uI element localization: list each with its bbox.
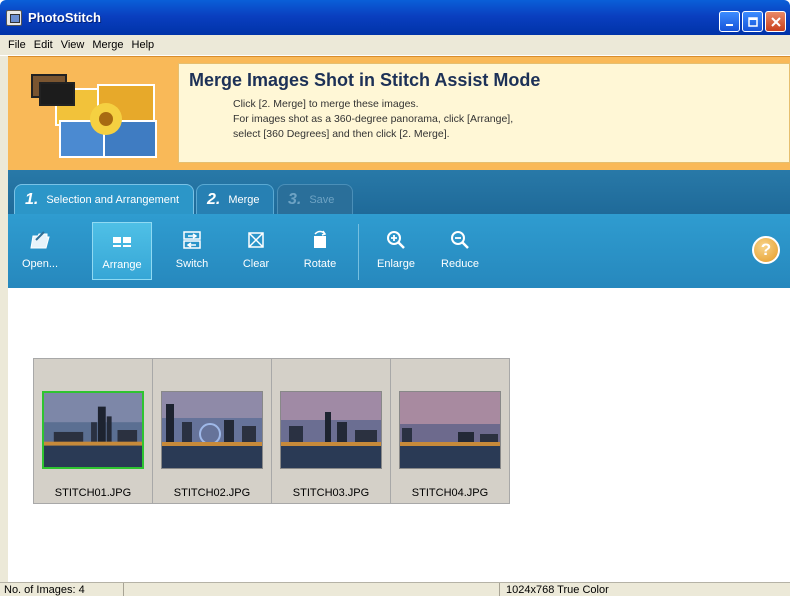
thumbnail-image	[161, 391, 263, 469]
open-button[interactable]: Open...	[10, 222, 70, 280]
app-icon[interactable]	[6, 9, 22, 26]
thumbnail-image	[399, 391, 501, 469]
maximize-icon	[747, 16, 758, 27]
minimize-icon	[725, 23, 733, 26]
zoom-out-icon	[451, 231, 469, 249]
tab-selection-arrangement[interactable]: 1. Selection and Arrangement	[14, 184, 194, 214]
tab-label: Save	[309, 193, 335, 206]
tab-number: 1.	[25, 190, 39, 208]
status-image-count: No. of Images: 4	[0, 583, 124, 596]
image-thumbnail[interactable]: STITCH03.JPG	[271, 358, 391, 504]
menu-view[interactable]: View	[57, 39, 89, 51]
instruction-banner: Merge Images Shot in Stitch Assist Mode …	[8, 56, 790, 170]
open-folder-icon	[30, 231, 50, 249]
banner-line-2: For images shot as a 360-degree panorama…	[233, 113, 514, 125]
status-bar: No. of Images: 4 1024x768 True Color	[0, 582, 790, 596]
image-arrangement-area: STITCH01.JPG STITCH02.JPG STITCH03.JPG S…	[8, 288, 790, 582]
tab-number: 2.	[207, 190, 221, 208]
menu-help[interactable]: Help	[128, 39, 159, 51]
thumbnail-filename: STITCH02.JPG	[173, 487, 251, 499]
clear-button[interactable]: Clear	[226, 222, 286, 280]
switch-button[interactable]: Switch	[162, 222, 222, 280]
enlarge-button[interactable]: Enlarge	[366, 222, 426, 280]
help-button[interactable]: ?	[752, 236, 780, 264]
tool-label: Reduce	[441, 258, 479, 270]
stitch-logo-graphic	[31, 74, 157, 158]
zoom-in-icon	[387, 231, 405, 249]
tool-label: Rotate	[303, 258, 337, 270]
thumbnail-filename: STITCH03.JPG	[292, 487, 370, 499]
banner-text-panel: Merge Images Shot in Stitch Assist Mode …	[178, 63, 790, 163]
tool-label: Open...	[21, 258, 59, 270]
arrange-icon	[113, 237, 131, 247]
window-left-edge	[0, 56, 8, 582]
step-tab-strip: 1. Selection and Arrangement 2. Merge 3.…	[8, 170, 790, 214]
image-thumbnail[interactable]: STITCH01.JPG	[33, 358, 153, 504]
menu-file[interactable]: File	[4, 39, 30, 51]
status-middle	[126, 583, 500, 596]
switch-icon	[183, 231, 201, 249]
menu-edit[interactable]: Edit	[30, 39, 57, 51]
tab-save: 3. Save	[277, 184, 353, 214]
toolbar-separator	[358, 224, 359, 280]
arrange-button[interactable]: Arrange	[92, 222, 152, 280]
rotate-button[interactable]: Rotate	[290, 222, 350, 280]
rotate-icon	[314, 230, 327, 248]
tab-number: 3.	[288, 190, 302, 208]
tool-label: Clear	[242, 258, 270, 270]
window-title: PhotoStitch	[28, 10, 101, 25]
close-button[interactable]	[765, 11, 786, 32]
tab-merge[interactable]: 2. Merge	[196, 184, 274, 214]
help-icon: ?	[760, 240, 772, 259]
clear-icon	[248, 232, 264, 248]
thumbnail-filename: STITCH04.JPG	[411, 487, 489, 499]
banner-title: Merge Images Shot in Stitch Assist Mode	[189, 70, 541, 90]
title-bar: PhotoStitch	[0, 0, 790, 35]
reduce-button[interactable]: Reduce	[430, 222, 490, 280]
tab-label: Selection and Arrangement	[46, 193, 180, 206]
tool-label: Arrange	[102, 259, 142, 271]
thumbnail-image	[280, 391, 382, 469]
image-thumbnail[interactable]: STITCH02.JPG	[152, 358, 272, 504]
tool-label: Enlarge	[377, 258, 415, 270]
tab-label: Merge	[228, 193, 260, 206]
image-thumbnail[interactable]: STITCH04.JPG	[390, 358, 510, 504]
minimize-button[interactable]	[719, 11, 740, 32]
thumbnail-image	[42, 391, 144, 469]
thumbnail-filename: STITCH01.JPG	[54, 487, 132, 499]
close-icon	[770, 16, 781, 27]
window-controls	[719, 11, 786, 32]
toolbar: Open... Arrange Switch Clear Rotate Enla…	[8, 214, 790, 288]
banner-line-3: select [360 Degrees] and then click [2. …	[233, 128, 450, 140]
maximize-button[interactable]	[742, 11, 763, 32]
menu-merge[interactable]: Merge	[88, 39, 127, 51]
tool-label: Switch	[175, 258, 209, 270]
menu-bar: File Edit View Merge Help	[0, 35, 790, 55]
banner-line-1: Click [2. Merge] to merge these images.	[233, 98, 419, 110]
status-color-info: 1024x768 True Color	[506, 584, 609, 596]
